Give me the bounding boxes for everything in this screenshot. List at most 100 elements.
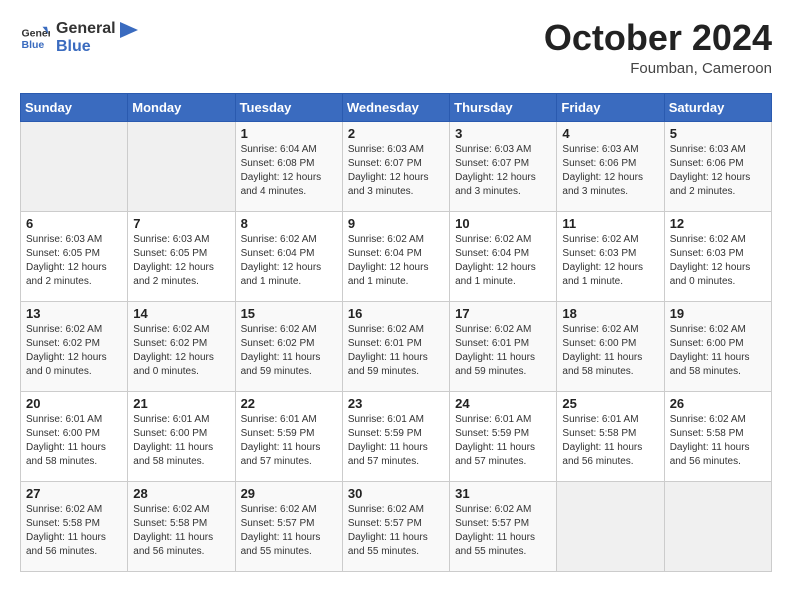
weekday-header-saturday: Saturday (664, 94, 771, 122)
day-number: 2 (348, 126, 444, 141)
day-info: Sunrise: 6:01 AM Sunset: 5:59 PM Dayligh… (241, 413, 337, 469)
day-number: 22 (241, 396, 337, 411)
day-info: Sunrise: 6:03 AM Sunset: 6:05 PM Dayligh… (26, 233, 122, 289)
day-number: 18 (562, 306, 658, 321)
day-number: 28 (133, 486, 229, 501)
day-info: Sunrise: 6:02 AM Sunset: 5:58 PM Dayligh… (670, 413, 766, 469)
day-info: Sunrise: 6:02 AM Sunset: 5:57 PM Dayligh… (348, 503, 444, 559)
calendar-cell: 23 Sunrise: 6:01 AM Sunset: 5:59 PM Dayli… (342, 392, 449, 482)
location: Foumban, Cameroon (544, 60, 772, 77)
day-info: Sunrise: 6:02 AM Sunset: 6:04 PM Dayligh… (455, 233, 551, 289)
calendar-cell: 7 Sunrise: 6:03 AM Sunset: 6:05 PM Daylig… (128, 212, 235, 302)
day-info: Sunrise: 6:01 AM Sunset: 6:00 PM Dayligh… (133, 413, 229, 469)
calendar-cell: 13 Sunrise: 6:02 AM Sunset: 6:02 PM Dayli… (21, 302, 128, 392)
day-number: 29 (241, 486, 337, 501)
day-number: 13 (26, 306, 122, 321)
day-number: 16 (348, 306, 444, 321)
day-info: Sunrise: 6:02 AM Sunset: 6:04 PM Dayligh… (241, 233, 337, 289)
calendar-cell: 18Sunrise: 6:02 AM Sunset: 6:00 PM Dayli… (557, 302, 664, 392)
day-number: 6 (26, 216, 122, 231)
day-number: 26 (670, 396, 766, 411)
day-info: Sunrise: 6:02 AM Sunset: 6:02 PM Dayligh… (26, 323, 122, 379)
day-number: 12 (670, 216, 766, 231)
day-info: Sunrise: 6:03 AM Sunset: 6:07 PM Dayligh… (455, 143, 551, 199)
calendar-cell: 29Sunrise: 6:02 AM Sunset: 5:57 PM Dayli… (235, 482, 342, 572)
calendar-cell: 11 Sunrise: 6:02 AM Sunset: 6:03 PM Dayli… (557, 212, 664, 302)
day-info: Sunrise: 6:01 AM Sunset: 5:59 PM Dayligh… (348, 413, 444, 469)
day-info: Sunrise: 6:02 AM Sunset: 6:03 PM Dayligh… (670, 233, 766, 289)
calendar-cell: 22 Sunrise: 6:01 AM Sunset: 5:59 PM Dayli… (235, 392, 342, 482)
day-info: Sunrise: 6:01 AM Sunset: 5:59 PM Dayligh… (455, 413, 551, 469)
calendar-cell: 2Sunrise: 6:03 AM Sunset: 6:07 PM Daylig… (342, 122, 449, 212)
calendar-cell: 9 Sunrise: 6:02 AM Sunset: 6:04 PM Daylig… (342, 212, 449, 302)
calendar-cell: 17 Sunrise: 6:02 AM Sunset: 6:01 PM Dayli… (450, 302, 557, 392)
day-number: 19 (670, 306, 766, 321)
day-number: 27 (26, 486, 122, 501)
calendar-header: SundayMondayTuesdayWednesdayThursdayFrid… (21, 94, 772, 122)
weekday-header-tuesday: Tuesday (235, 94, 342, 122)
day-number: 9 (348, 216, 444, 231)
logo-blue: Blue (56, 38, 116, 56)
logo: General Blue General Blue (20, 20, 138, 55)
day-number: 31 (455, 486, 551, 501)
calendar-cell (664, 482, 771, 572)
day-info: Sunrise: 6:01 AM Sunset: 5:58 PM Dayligh… (562, 413, 658, 469)
day-number: 23 (348, 396, 444, 411)
day-info: Sunrise: 6:02 AM Sunset: 6:03 PM Dayligh… (562, 233, 658, 289)
calendar-cell: 6 Sunrise: 6:03 AM Sunset: 6:05 PM Daylig… (21, 212, 128, 302)
weekday-header-sunday: Sunday (21, 94, 128, 122)
day-number: 17 (455, 306, 551, 321)
calendar-cell: 27 Sunrise: 6:02 AM Sunset: 5:58 PM Dayli… (21, 482, 128, 572)
logo-general: General (56, 20, 116, 38)
day-number: 24 (455, 396, 551, 411)
day-number: 20 (26, 396, 122, 411)
day-info: Sunrise: 6:02 AM Sunset: 6:02 PM Dayligh… (133, 323, 229, 379)
day-number: 25 (562, 396, 658, 411)
day-number: 14 (133, 306, 229, 321)
title-block: October 2024 Foumban, Cameroon (544, 20, 772, 77)
calendar-cell: 1Sunrise: 6:04 AM Sunset: 6:08 PM Daylig… (235, 122, 342, 212)
calendar-cell: 12 Sunrise: 6:02 AM Sunset: 6:03 PM Dayli… (664, 212, 771, 302)
day-info: Sunrise: 6:02 AM Sunset: 6:00 PM Dayligh… (670, 323, 766, 379)
day-number: 7 (133, 216, 229, 231)
calendar-cell: 26 Sunrise: 6:02 AM Sunset: 5:58 PM Dayli… (664, 392, 771, 482)
day-info: Sunrise: 6:01 AM Sunset: 6:00 PM Dayligh… (26, 413, 122, 469)
day-number: 4 (562, 126, 658, 141)
calendar-cell: 25 Sunrise: 6:01 AM Sunset: 5:58 PM Dayli… (557, 392, 664, 482)
day-number: 21 (133, 396, 229, 411)
calendar-table: SundayMondayTuesdayWednesdayThursdayFrid… (20, 93, 772, 572)
calendar-cell: 3 Sunrise: 6:03 AM Sunset: 6:07 PM Daylig… (450, 122, 557, 212)
calendar-body: 1Sunrise: 6:04 AM Sunset: 6:08 PM Daylig… (21, 122, 772, 572)
calendar-cell: 28 Sunrise: 6:02 AM Sunset: 5:58 PM Dayli… (128, 482, 235, 572)
day-info: Sunrise: 6:02 AM Sunset: 6:02 PM Dayligh… (241, 323, 337, 379)
calendar-cell (128, 122, 235, 212)
weekday-header-wednesday: Wednesday (342, 94, 449, 122)
calendar-cell: 16 Sunrise: 6:02 AM Sunset: 6:01 PM Dayli… (342, 302, 449, 392)
calendar-cell: 21 Sunrise: 6:01 AM Sunset: 6:00 PM Dayli… (128, 392, 235, 482)
weekday-header-monday: Monday (128, 94, 235, 122)
day-info: Sunrise: 6:04 AM Sunset: 6:08 PM Dayligh… (241, 143, 337, 199)
weekday-header-friday: Friday (557, 94, 664, 122)
calendar-cell (557, 482, 664, 572)
day-info: Sunrise: 6:02 AM Sunset: 6:04 PM Dayligh… (348, 233, 444, 289)
day-number: 5 (670, 126, 766, 141)
day-info: Sunrise: 6:03 AM Sunset: 6:06 PM Dayligh… (670, 143, 766, 199)
calendar-cell: 30Sunrise: 6:02 AM Sunset: 5:57 PM Dayli… (342, 482, 449, 572)
page-header: General Blue General Blue October 2024 F… (20, 20, 772, 77)
day-number: 8 (241, 216, 337, 231)
day-number: 10 (455, 216, 551, 231)
day-info: Sunrise: 6:02 AM Sunset: 6:01 PM Dayligh… (348, 323, 444, 379)
calendar-cell: 4Sunrise: 6:03 AM Sunset: 6:06 PM Daylig… (557, 122, 664, 212)
day-number: 11 (562, 216, 658, 231)
day-info: Sunrise: 6:02 AM Sunset: 5:58 PM Dayligh… (26, 503, 122, 559)
logo-icon: General Blue (20, 23, 50, 53)
day-number: 3 (455, 126, 551, 141)
calendar-cell: 10 Sunrise: 6:02 AM Sunset: 6:04 PM Dayli… (450, 212, 557, 302)
calendar-cell: 5 Sunrise: 6:03 AM Sunset: 6:06 PM Daylig… (664, 122, 771, 212)
calendar-cell: 24 Sunrise: 6:01 AM Sunset: 5:59 PM Dayli… (450, 392, 557, 482)
day-info: Sunrise: 6:02 AM Sunset: 5:58 PM Dayligh… (133, 503, 229, 559)
day-info: Sunrise: 6:03 AM Sunset: 6:05 PM Dayligh… (133, 233, 229, 289)
calendar-cell (21, 122, 128, 212)
calendar-cell: 31Sunrise: 6:02 AM Sunset: 5:57 PM Dayli… (450, 482, 557, 572)
day-info: Sunrise: 6:02 AM Sunset: 6:01 PM Dayligh… (455, 323, 551, 379)
